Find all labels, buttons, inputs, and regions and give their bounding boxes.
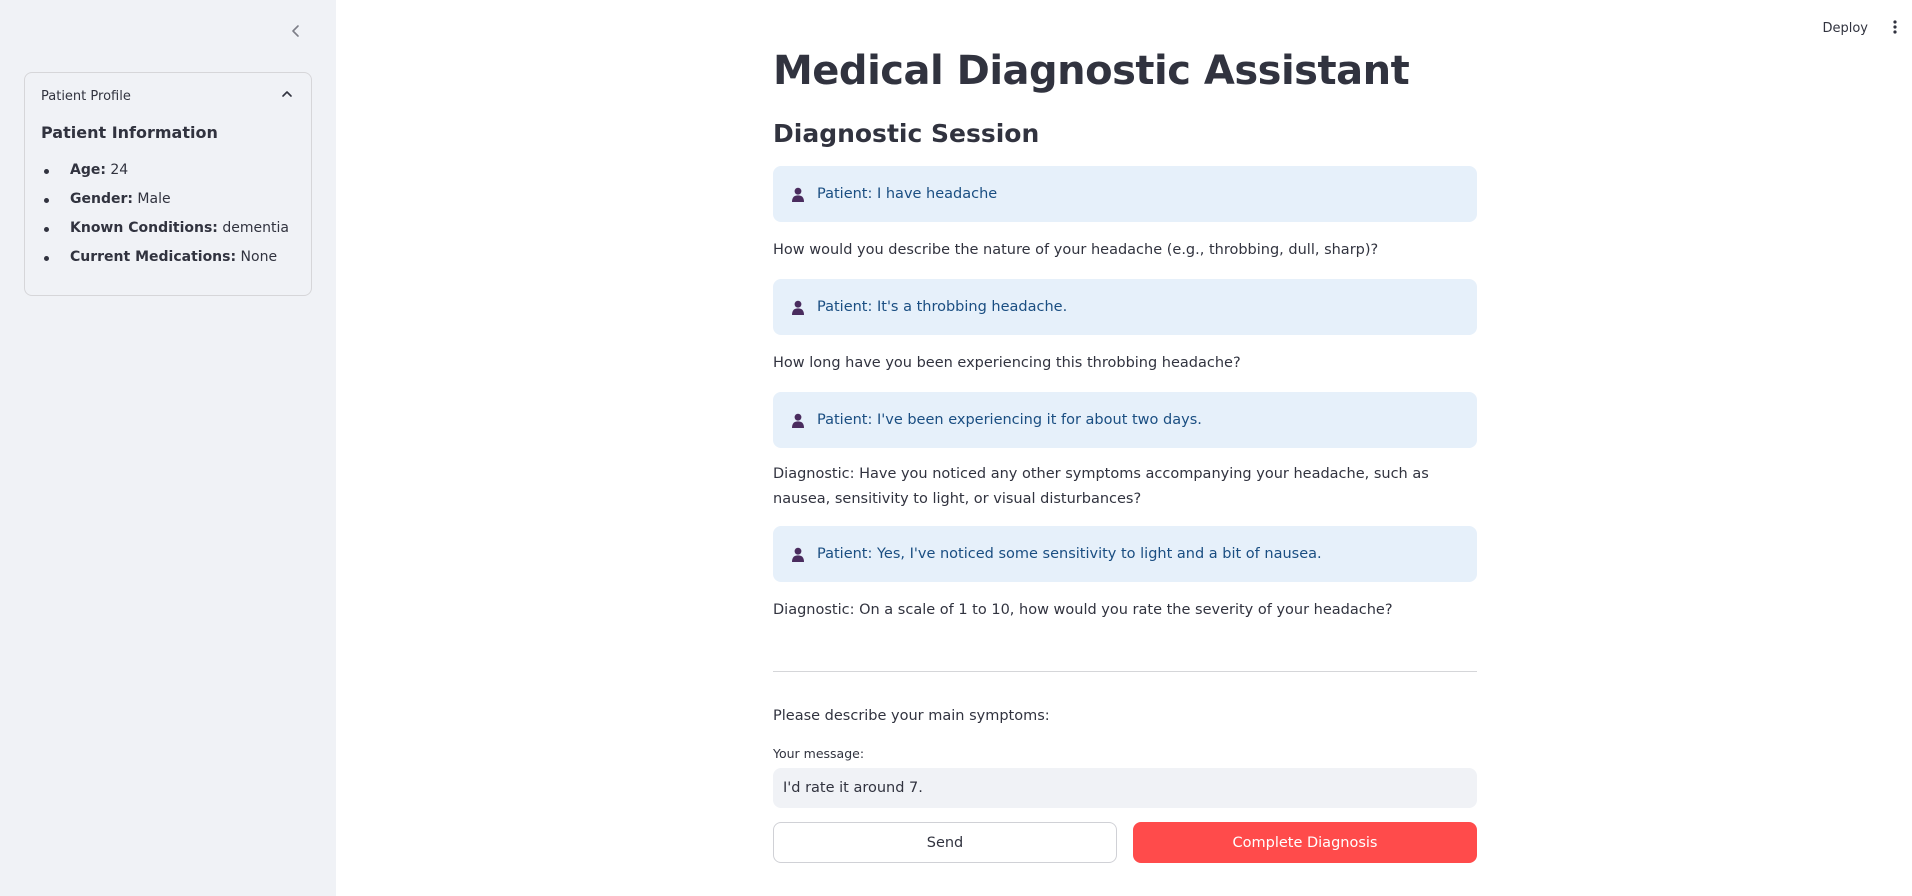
collapse-sidebar-button[interactable] xyxy=(284,20,308,44)
patient-info-list: Age: 24 Gender: Male Known Conditions: d… xyxy=(41,156,295,272)
chevron-left-icon xyxy=(289,23,303,42)
patient-message-text: Patient: I have headache xyxy=(817,186,998,202)
user-icon xyxy=(791,546,807,562)
message-field-label: Your message: xyxy=(773,746,865,761)
patient-profile-expander: Patient Profile Patient Information Age:… xyxy=(24,72,312,296)
patient-info-heading: Patient Information xyxy=(41,123,218,142)
chevron-up-icon xyxy=(281,88,293,104)
patient-message-text: Patient: Yes, I've noticed some sensitiv… xyxy=(817,546,1322,562)
deploy-button[interactable]: Deploy xyxy=(1810,21,1880,36)
action-buttons: Send Complete Diagnosis xyxy=(773,822,1477,863)
diagnostic-message: How long have you been experiencing this… xyxy=(773,355,1241,371)
user-icon xyxy=(791,186,807,202)
divider xyxy=(773,671,1477,672)
send-button[interactable]: Send xyxy=(773,822,1117,863)
user-icon xyxy=(791,299,807,315)
diagnostic-message: Diagnostic: On a scale of 1 to 10, how w… xyxy=(773,602,1393,618)
patient-message: Patient: I've been experiencing it for a… xyxy=(773,392,1477,448)
sidebar: Patient Profile Patient Information Age:… xyxy=(0,0,336,896)
diagnostic-message: How would you describe the nature of you… xyxy=(773,242,1379,258)
app: Patient Profile Patient Information Age:… xyxy=(0,0,1912,896)
kebab-menu-icon xyxy=(1893,19,1897,38)
expander-title: Patient Profile xyxy=(41,88,131,104)
expander-body: Patient Information Age: 24 Gender: Male… xyxy=(25,119,311,272)
info-item-gender: Gender: Male xyxy=(41,185,295,214)
patient-message: Patient: Yes, I've noticed some sensitiv… xyxy=(773,526,1477,582)
complete-diagnosis-button[interactable]: Complete Diagnosis xyxy=(1133,822,1477,863)
user-icon xyxy=(791,412,807,428)
symptoms-prompt: Please describe your main symptoms: xyxy=(773,708,1050,724)
section-title: Diagnostic Session xyxy=(773,119,1040,148)
page-title: Medical Diagnostic Assistant xyxy=(773,48,1410,94)
info-item-medications: Current Medications: None xyxy=(41,243,295,272)
patient-message-text: Patient: I've been experiencing it for a… xyxy=(817,412,1202,428)
info-item-conditions: Known Conditions: dementia xyxy=(41,214,295,243)
expander-header[interactable]: Patient Profile xyxy=(25,73,311,119)
patient-message: Patient: I have headache xyxy=(773,166,1477,222)
patient-message: Patient: It's a throbbing headache. xyxy=(773,279,1477,335)
message-input[interactable] xyxy=(773,768,1477,808)
info-item-age: Age: 24 xyxy=(41,156,295,185)
main-menu-button[interactable] xyxy=(1880,14,1910,42)
main-area: Deploy Medical Diagnostic Assistant Diag… xyxy=(336,0,1912,896)
top-toolbar: Deploy xyxy=(1810,14,1912,42)
main-content: Medical Diagnostic Assistant Diagnostic … xyxy=(773,40,1477,863)
patient-message-text: Patient: It's a throbbing headache. xyxy=(817,299,1068,315)
diagnostic-message: Diagnostic: Have you noticed any other s… xyxy=(773,466,1429,507)
